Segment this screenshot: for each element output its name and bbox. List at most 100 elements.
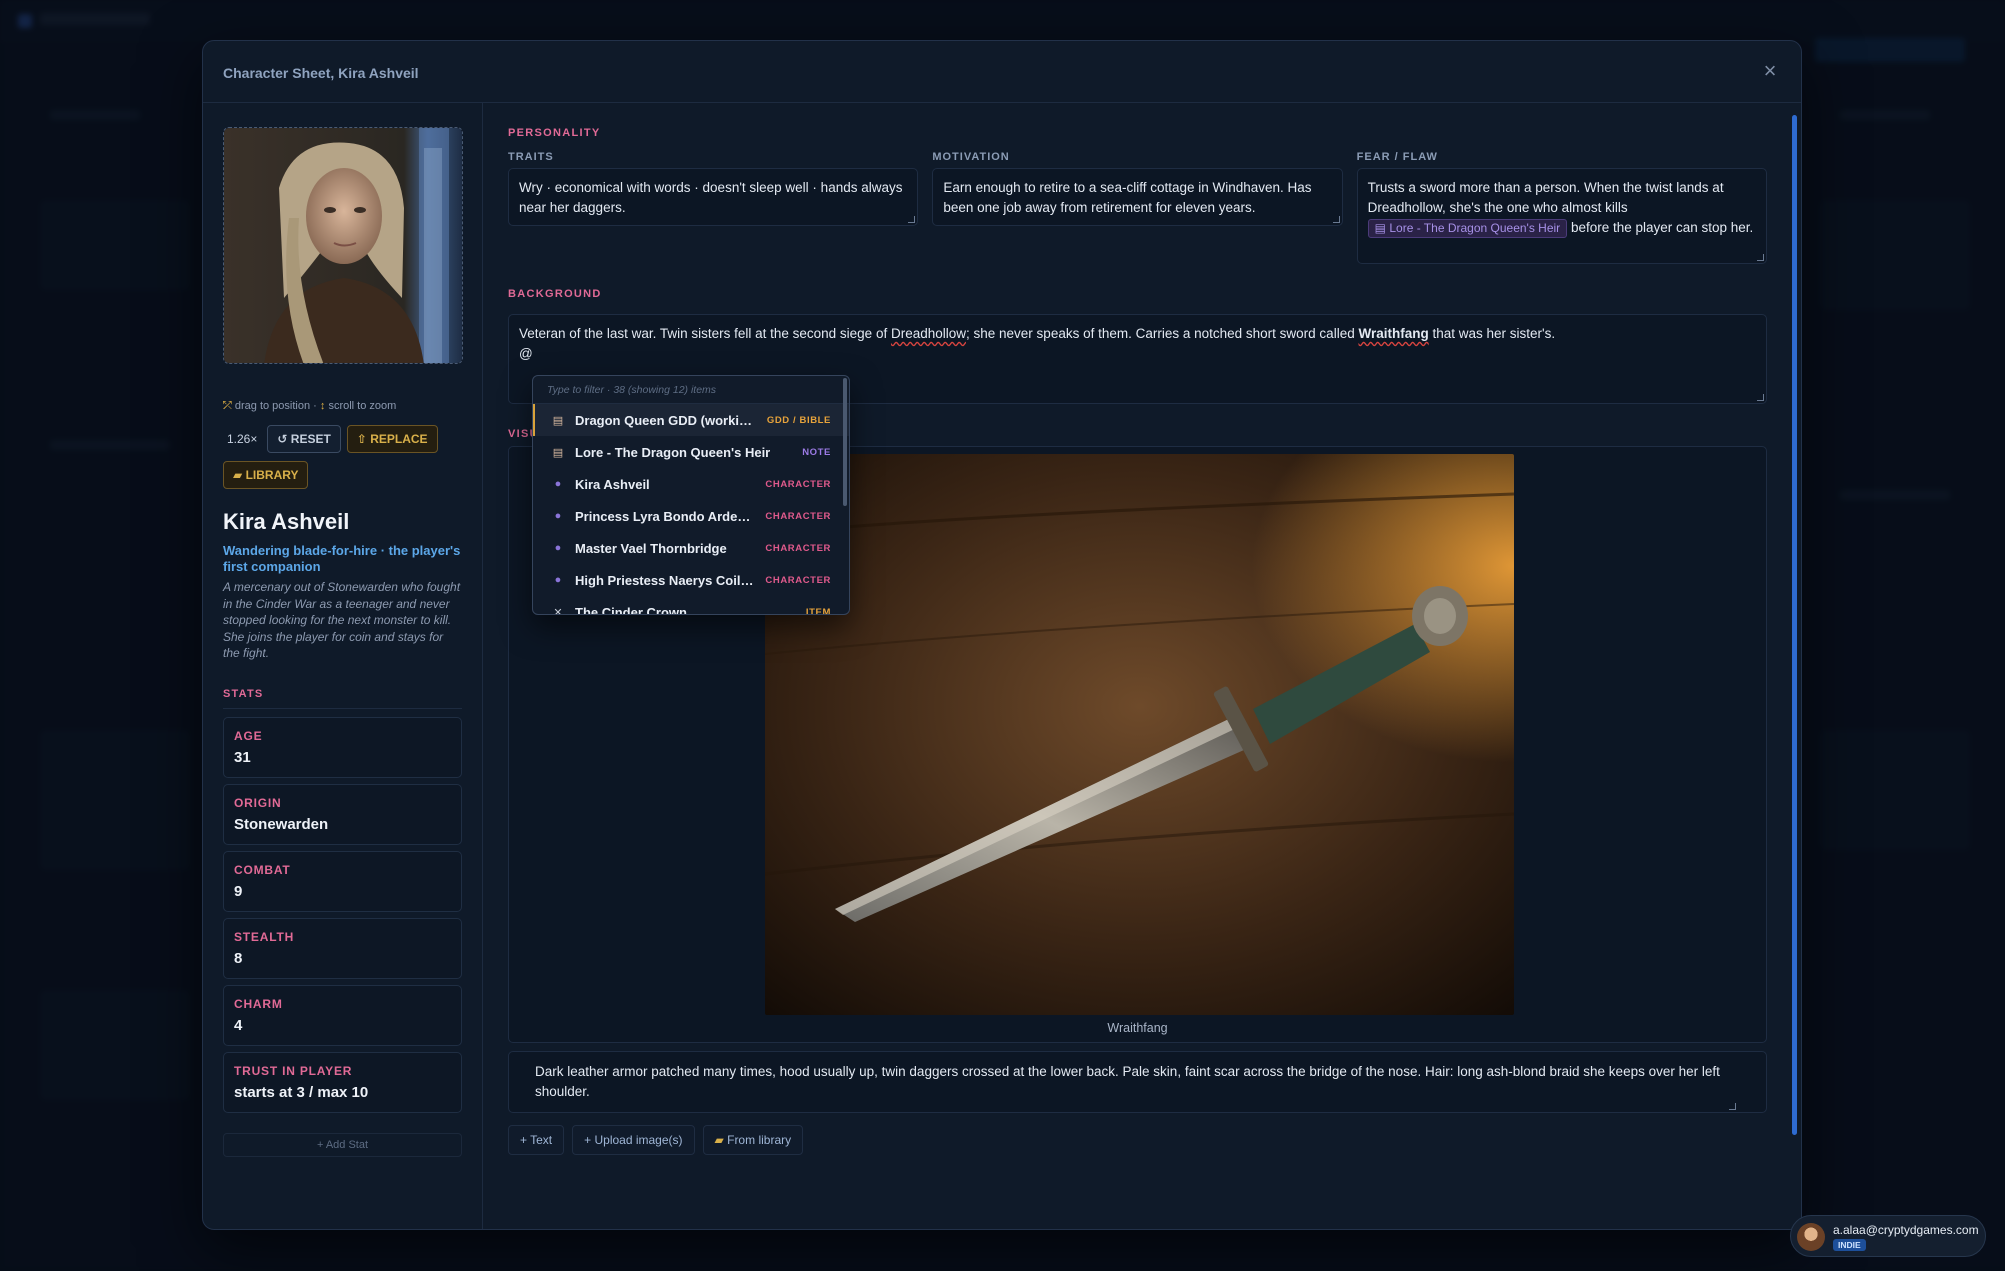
reset-button[interactable]: ↺ RESET bbox=[267, 425, 341, 453]
character-icon: ● bbox=[554, 574, 562, 586]
wraithfang-image[interactable] bbox=[765, 454, 1514, 1015]
add-text-button[interactable]: + Text bbox=[508, 1125, 565, 1155]
character-description[interactable]: A mercenary out of Stonewarden who fough… bbox=[223, 579, 462, 662]
stats-title: STATS bbox=[223, 688, 462, 709]
stat-card[interactable]: TRUST IN PLAYER starts at 3 / max 10 bbox=[223, 1051, 462, 1113]
stat-card[interactable]: COMBAT 9 bbox=[223, 850, 462, 912]
traits-label: TRAITS bbox=[508, 151, 554, 163]
character-icon: ● bbox=[554, 478, 562, 490]
fear-column: FEAR / FLAW Trusts a sword more than a p… bbox=[1356, 151, 1767, 264]
user-badge[interactable]: a.alaa@cryptydgames.com INDIE bbox=[1790, 1215, 1986, 1257]
close-icon[interactable]: × bbox=[1759, 60, 1781, 83]
mention-item-type: ITEM bbox=[805, 606, 831, 615]
stat-value[interactable]: 31 bbox=[234, 749, 451, 766]
mention-item[interactable]: ✕ The Cinder Crown ITEM bbox=[533, 596, 849, 615]
stat-label: TRUST IN PLAYER bbox=[234, 1063, 353, 1078]
drag-icon: ⤱ bbox=[223, 400, 232, 412]
stat-value[interactable]: 4 bbox=[234, 1017, 451, 1034]
stats-list: AGE 31 ORIGIN Stonewarden COMBAT 9 STEALTH 8 CHA… bbox=[223, 716, 462, 1113]
plan-badge: INDIE bbox=[1833, 1239, 1866, 1251]
mention-item-type: CHARACTER bbox=[765, 542, 831, 554]
zoom-level: 1.26× bbox=[227, 432, 258, 446]
stat-label: AGE bbox=[234, 728, 263, 743]
document-icon: ▤ bbox=[552, 414, 564, 427]
character-icon: ● bbox=[554, 542, 562, 554]
stat-value[interactable]: 8 bbox=[234, 950, 451, 967]
personality-title: PERSONALITY bbox=[508, 127, 601, 139]
mention-item[interactable]: ● High Priestess Naerys Coilbl... CHARACTE… bbox=[533, 564, 849, 596]
modal-title: Character Sheet, Kira Ashveil bbox=[223, 65, 419, 81]
stat-value[interactable]: 9 bbox=[234, 883, 451, 900]
traits-field[interactable]: Wry · economical with words · doesn't sl… bbox=[508, 168, 919, 226]
motivation-column: MOTIVATION Earn enough to retire to a se… bbox=[932, 151, 1343, 264]
add-block-row: + Text + Upload image(s) ▰ From library bbox=[508, 1125, 1767, 1155]
stat-card[interactable]: STEALTH 8 bbox=[223, 917, 462, 979]
mention-item-label: Kira Ashveil bbox=[575, 476, 650, 492]
mention-filter-input[interactable]: Type to filter · 38 (showing 12) items bbox=[533, 376, 849, 404]
modal-header: Character Sheet, Kira Ashveil × bbox=[203, 41, 1801, 103]
mention-item-label: High Priestess Naerys Coilbl... bbox=[575, 572, 758, 588]
image-caption: Wraithfang bbox=[1107, 1021, 1168, 1035]
upload-icon: ⇧ bbox=[356, 432, 367, 446]
mention-item-type: CHARACTER bbox=[765, 478, 831, 490]
note-icon: ▤ bbox=[1374, 221, 1386, 235]
mention-item-label: Master Vael Thornbridge bbox=[575, 540, 727, 556]
character-main: PERSONALITY TRAITS Wry · economical with… bbox=[484, 103, 1801, 1229]
portrait-hint: ⤱ drag to position · ↕ scroll to zoom bbox=[223, 400, 397, 412]
main-scrollbar[interactable] bbox=[1792, 115, 1797, 1135]
mention-item-type: NOTE bbox=[802, 446, 831, 458]
upload-images-button[interactable]: + Upload image(s) bbox=[572, 1125, 695, 1155]
stat-card[interactable]: AGE 31 bbox=[223, 716, 462, 778]
background-title: BACKGROUND bbox=[508, 288, 602, 300]
resize-handle[interactable] bbox=[908, 216, 916, 223]
stat-label: CHARM bbox=[234, 996, 283, 1011]
stat-value[interactable]: starts at 3 / max 10 bbox=[234, 1084, 451, 1101]
mention-scrollbar[interactable] bbox=[843, 378, 847, 506]
folder-icon: ▰ bbox=[714, 1133, 724, 1147]
resize-handle[interactable] bbox=[1729, 1103, 1736, 1110]
fear-field[interactable]: Trusts a sword more than a person. When … bbox=[1356, 168, 1767, 264]
character-role[interactable]: Wandering blade-for-hire · the player's … bbox=[223, 543, 462, 575]
scroll-icon: ↕ bbox=[319, 400, 326, 412]
stat-card[interactable]: CHARM 4 bbox=[223, 984, 462, 1046]
mention-item[interactable]: ▤ Dragon Queen GDD (working... GDD / BIBLE bbox=[533, 404, 849, 436]
portrait-controls: 1.26× ↺ RESET ⇧ REPLACE bbox=[223, 425, 462, 453]
add-stat-button[interactable]: + Add Stat bbox=[223, 1132, 462, 1157]
modal-body: ⤱ drag to position · ↕ scroll to zoom 1.… bbox=[203, 103, 1801, 1229]
mention-item[interactable]: ● Princess Lyra Bondo Ardenya CHARACTER bbox=[533, 500, 849, 532]
character-name[interactable]: Kira Ashveil bbox=[223, 509, 462, 535]
reset-icon: ↺ bbox=[277, 432, 288, 446]
mention-item-type: GDD / BIBLE bbox=[766, 414, 831, 426]
traits-column: TRAITS Wry · economical with words · doe… bbox=[508, 151, 919, 264]
resize-handle[interactable] bbox=[1756, 254, 1764, 261]
mention-item-label: Lore - The Dragon Queen's Heir bbox=[575, 444, 771, 460]
mention-item-type: CHARACTER bbox=[765, 574, 831, 586]
mention-item[interactable]: ● Master Vael Thornbridge CHARACTER bbox=[533, 532, 849, 564]
from-library-button[interactable]: ▰ From library bbox=[702, 1125, 804, 1155]
visual-description-field[interactable]: Dark leather armor patched many times, h… bbox=[508, 1051, 1767, 1113]
note-icon: ▤ bbox=[552, 446, 564, 459]
stat-label: COMBAT bbox=[234, 862, 291, 877]
item-icon: ✕ bbox=[553, 606, 563, 615]
mention-item[interactable]: ▤ Lore - The Dragon Queen's Heir NOTE bbox=[533, 436, 849, 468]
avatar bbox=[1797, 1223, 1825, 1251]
fear-label: FEAR / FLAW bbox=[1356, 151, 1438, 163]
mention-dropdown: Type to filter · 38 (showing 12) items ▤… bbox=[532, 375, 850, 615]
character-sidebar: ⤱ drag to position · ↕ scroll to zoom 1.… bbox=[203, 103, 483, 1229]
stat-card[interactable]: ORIGIN Stonewarden bbox=[223, 783, 462, 845]
mention-item[interactable]: ● Kira Ashveil CHARACTER bbox=[533, 468, 849, 500]
character-icon: ● bbox=[554, 510, 562, 522]
mention-item-label: Dragon Queen GDD (working... bbox=[575, 412, 759, 428]
character-portrait[interactable] bbox=[223, 127, 463, 364]
motivation-field[interactable]: Earn enough to retire to a sea-cliff cot… bbox=[932, 168, 1343, 226]
resize-handle[interactable] bbox=[1332, 216, 1340, 223]
personality-fields: TRAITS Wry · economical with words · doe… bbox=[508, 151, 1767, 264]
library-button[interactable]: ▰ LIBRARY bbox=[223, 461, 309, 489]
stat-label: STEALTH bbox=[234, 929, 295, 944]
lore-reference-chip[interactable]: ▤ Lore - The Dragon Queen's Heir bbox=[1367, 219, 1568, 238]
stat-label: ORIGIN bbox=[234, 795, 282, 810]
user-email: a.alaa@cryptydgames.com bbox=[1833, 1223, 1979, 1237]
stat-value[interactable]: Stonewarden bbox=[234, 816, 451, 833]
resize-handle[interactable] bbox=[1757, 394, 1764, 401]
replace-button[interactable]: ⇧ REPLACE bbox=[346, 425, 438, 453]
